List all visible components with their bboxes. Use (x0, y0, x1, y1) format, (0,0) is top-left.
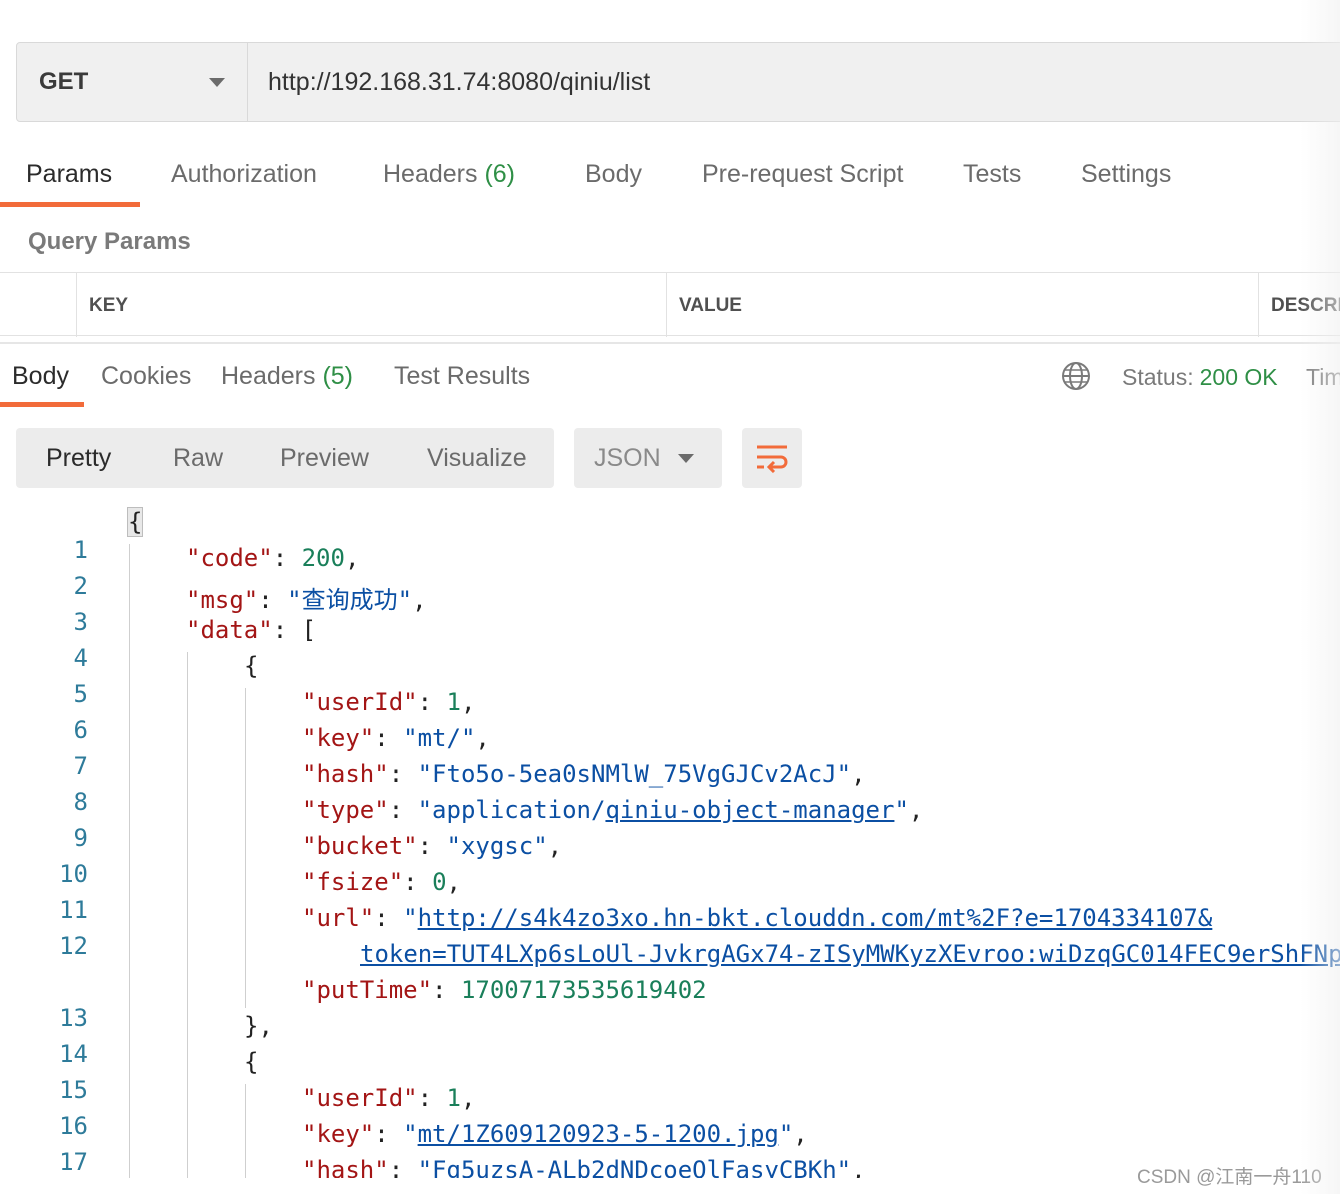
code-line: 4 "data": [ (73, 616, 317, 672)
code-line: 14 }, (59, 1012, 273, 1068)
tab-pre-request-script[interactable]: Pre-request Script (702, 160, 903, 189)
tab-body[interactable]: Body (585, 160, 642, 189)
method-select[interactable]: GET (17, 43, 248, 121)
code-line: 10 "bucket": "xygsc", (59, 832, 563, 888)
column-key: KEY (76, 273, 668, 337)
type-link[interactable]: qiniu-object-manager (605, 796, 894, 824)
pane-divider[interactable] (0, 342, 1340, 344)
key-link[interactable]: mt/1Z609120923-5-1200.jpg (418, 1120, 779, 1148)
response-body-code[interactable]: 1 { 2 "code": 200, 3 "msg": "查询成功", 4 "d… (0, 506, 1340, 1178)
code-line: 7 "key": "mt/", (73, 724, 490, 780)
params-table-header: KEY VALUE DESCRI (0, 272, 1340, 337)
chevron-down-icon (678, 453, 694, 463)
watermark: CSDN @江南一舟110 (1137, 1167, 1322, 1188)
active-response-tab-indicator (0, 402, 84, 407)
code-line: 13 "putTime": 17007173535619402 (59, 976, 707, 1032)
globe-icon[interactable] (1060, 360, 1092, 392)
active-tab-indicator (0, 202, 140, 207)
format-raw[interactable]: Raw (173, 444, 223, 473)
response-tab-body[interactable]: Body (12, 362, 69, 391)
tab-authorization[interactable]: Authorization (171, 160, 317, 189)
response-status: Status: 200 OK (1122, 364, 1278, 390)
response-headers-count: (5) (322, 362, 354, 390)
format-toggle-group: Pretty Raw Preview Visualize (16, 428, 554, 488)
format-type-label: JSON (594, 443, 661, 472)
column-value: VALUE (666, 273, 1260, 337)
method-label: GET (39, 68, 89, 95)
code-line: 5 { (73, 652, 259, 708)
response-tab-headers[interactable]: Headers (5) (221, 362, 353, 391)
format-pretty[interactable]: Pretty (46, 444, 111, 473)
code-line: 6 "userId": 1, (73, 688, 476, 744)
code-line: 9 "type": "application/qiniu-object-mana… (73, 796, 924, 852)
chevron-down-icon (209, 77, 225, 87)
tab-headers[interactable]: Headers (6) (383, 160, 515, 189)
code-line: 15 { (59, 1048, 259, 1104)
code-line: 12 "url": "http://s4k4zo3xo.hn-bkt.cloud… (59, 904, 1213, 960)
wrap-lines-button[interactable] (742, 428, 802, 488)
tab-settings[interactable]: Settings (1081, 160, 1171, 189)
query-params-title: Query Params (28, 228, 191, 255)
response-tab-cookies[interactable]: Cookies (101, 362, 191, 391)
url-link-continued[interactable]: token=TUT4LXp6sLoUl-JvkrgAGx74-zISyMWKyz… (360, 940, 1340, 968)
format-visualize[interactable]: Visualize (427, 444, 527, 473)
format-type-select[interactable]: JSON (574, 428, 722, 488)
tab-params[interactable]: Params (26, 160, 112, 189)
request-bar: GET http://192.168.31.74:8080/qiniu/list (16, 42, 1340, 122)
code-line: token=TUT4LXp6sLoUl-JvkrgAGx74-zISyMWKyz… (0, 940, 1340, 976)
code-line: 16 "userId": 1, (59, 1084, 476, 1140)
code-line: 2 "code": 200, (73, 544, 360, 600)
code-line: 3 "msg": "查询成功", (73, 586, 427, 636)
url-text: http://192.168.31.74:8080/qiniu/list (268, 67, 651, 96)
format-preview[interactable]: Preview (280, 444, 369, 473)
code-line: 8 "hash": "Fto5o-5ea0sNMlW_75VgGJCv2AcJ"… (73, 760, 866, 816)
response-time-label: Tim (1306, 364, 1340, 390)
url-input[interactable]: http://192.168.31.74:8080/qiniu/list (248, 43, 1340, 121)
response-tab-test-results[interactable]: Test Results (394, 362, 530, 391)
url-link[interactable]: http://s4k4zo3xo.hn-bkt.clouddn.com/mt%2… (418, 904, 1213, 932)
headers-count: (6) (484, 160, 516, 188)
code-line: 11 "fsize": 0, (59, 868, 461, 924)
status-value: 200 OK (1199, 364, 1278, 390)
tab-tests[interactable]: Tests (963, 160, 1021, 189)
code-line: 1 { (73, 507, 144, 564)
column-description: DESCRI (1258, 273, 1340, 337)
wrap-lines-icon (757, 445, 788, 473)
code-line: 17 "key": "mt/1Z609120923-5-1200.jpg", (59, 1120, 808, 1176)
request-tabs: Params Authorization Headers (6) Body Pr… (0, 150, 1340, 208)
